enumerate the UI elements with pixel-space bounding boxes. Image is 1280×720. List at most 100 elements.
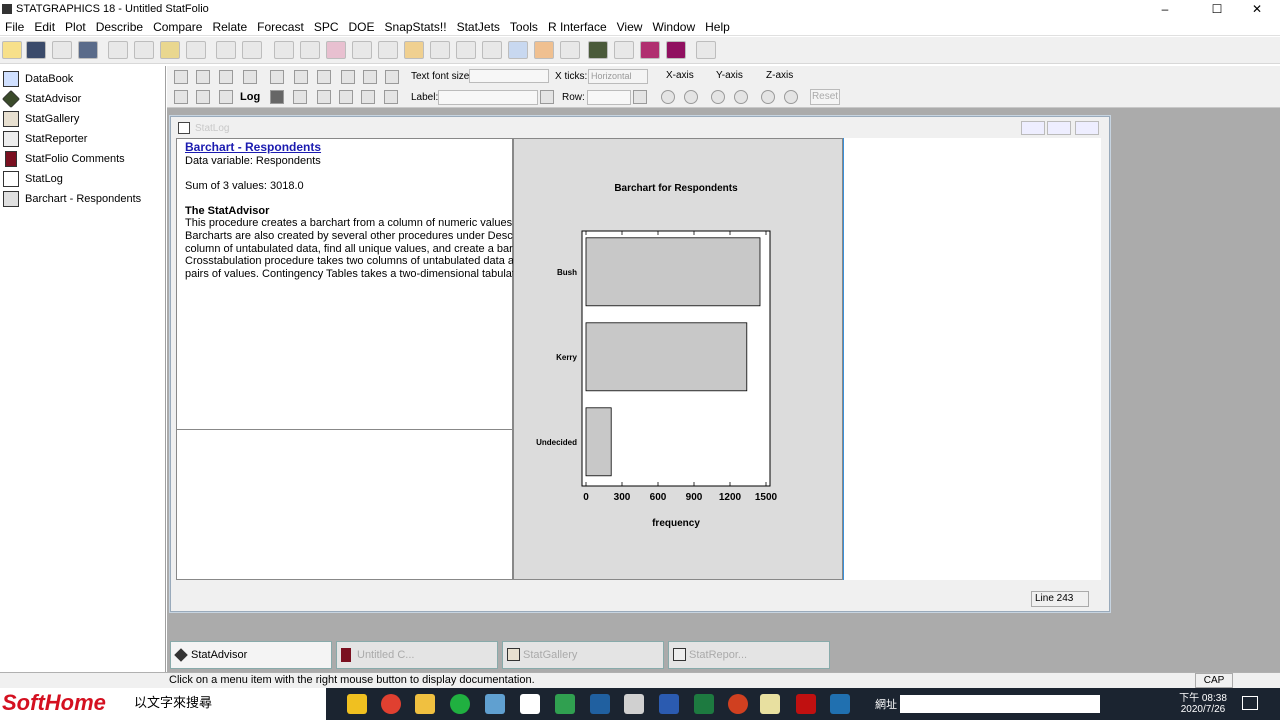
bar-chart-icon[interactable] (352, 41, 372, 59)
align-icon[interactable] (361, 90, 375, 104)
address-input[interactable] (900, 695, 1100, 713)
control-chart-icon[interactable] (534, 41, 554, 59)
notes-icon[interactable] (196, 90, 210, 104)
diamond-icon[interactable] (588, 41, 608, 59)
zoom-out-z-icon[interactable] (784, 90, 798, 104)
font-size-slider[interactable] (469, 69, 549, 83)
tab-untitled[interactable]: Untitled C... (336, 641, 498, 669)
menu-forecast[interactable]: Forecast (252, 19, 309, 36)
paste-icon[interactable] (160, 41, 180, 59)
undo-icon[interactable] (186, 41, 206, 59)
label-input[interactable] (438, 90, 538, 105)
child-close-button[interactable] (1075, 121, 1099, 135)
x-ticks-select[interactable]: Horizontal (588, 69, 648, 84)
row-input[interactable] (587, 90, 631, 105)
menu-edit[interactable]: Edit (29, 19, 60, 36)
open-folder-icon[interactable] (2, 41, 22, 59)
menu-compare[interactable]: Compare (148, 19, 207, 36)
menu-doe[interactable]: DOE (344, 19, 380, 36)
app-icon[interactable] (485, 694, 505, 714)
child-restore-button[interactable] (1047, 121, 1071, 135)
sidebar-item-databook[interactable]: DataBook (3, 70, 73, 88)
histogram-icon[interactable] (482, 41, 502, 59)
stat-wizard-icon[interactable] (640, 41, 660, 59)
chrome-icon[interactable] (381, 694, 401, 714)
menu-plot[interactable]: Plot (60, 19, 91, 36)
sidebar-item-statadvisor[interactable]: StatAdvisor (1, 90, 81, 109)
pointer-icon[interactable] (317, 70, 331, 84)
tab-statreporter[interactable]: StatRepor... (668, 641, 830, 669)
acrobat-icon[interactable] (796, 694, 816, 714)
camtasia-icon[interactable] (555, 694, 575, 714)
notification-icon[interactable] (1242, 696, 1258, 710)
z-axis-button[interactable]: Z-axis (766, 70, 793, 81)
pane-options-icon[interactable] (174, 70, 188, 84)
menu-r-interface[interactable]: R Interface (543, 19, 612, 36)
print-pane-icon[interactable] (174, 90, 188, 104)
text-box-icon[interactable] (270, 70, 284, 84)
fill-icon[interactable] (270, 90, 284, 104)
grid-pane-icon[interactable] (219, 90, 233, 104)
zoom-out-y-icon[interactable] (734, 90, 748, 104)
menu-file[interactable]: File (0, 19, 29, 36)
time-series-icon[interactable] (430, 41, 450, 59)
line-chart-icon[interactable] (378, 41, 398, 59)
graph-options-icon[interactable] (219, 70, 233, 84)
matrix-plot-icon[interactable] (326, 41, 346, 59)
statgraphics-icon[interactable] (590, 694, 610, 714)
sidebar-item-statlog[interactable]: StatLog (3, 170, 63, 188)
sidebar-item-barchart[interactable]: Barchart - Respondents (3, 190, 141, 208)
batman-app-icon[interactable] (347, 694, 367, 714)
symbol-icon[interactable] (339, 90, 353, 104)
c-app-icon[interactable] (520, 694, 540, 714)
regression-icon[interactable] (404, 41, 424, 59)
move-icon[interactable] (294, 70, 308, 84)
cut-icon[interactable] (108, 41, 128, 59)
log-icon[interactable]: Log (240, 91, 260, 103)
menu-snapstats[interactable]: SnapStats!! (380, 19, 452, 36)
menu-tools[interactable]: Tools (505, 19, 543, 36)
zoom-in-z-icon[interactable] (761, 90, 775, 104)
calculator-icon[interactable] (696, 41, 716, 59)
zoom-in-x-icon[interactable] (661, 90, 675, 104)
word-icon[interactable] (659, 694, 679, 714)
menu-relate[interactable]: Relate (207, 19, 252, 36)
sidebar-item-statgallery[interactable]: StatGallery (3, 110, 79, 128)
menu-describe[interactable]: Describe (91, 19, 148, 36)
rotate-icon[interactable] (293, 90, 307, 104)
grid-icon[interactable] (508, 41, 528, 59)
powerpoint-icon[interactable] (728, 694, 748, 714)
list-icon[interactable] (456, 41, 476, 59)
percent-icon[interactable] (317, 90, 331, 104)
statreporter-icon[interactable] (666, 41, 686, 59)
file-explorer-icon[interactable] (415, 694, 435, 714)
tab-statgallery[interactable]: StatGallery (502, 641, 664, 669)
table-icon[interactable] (300, 41, 320, 59)
zoom-icon[interactable] (363, 70, 377, 84)
close-button[interactable]: ✕ (1234, 0, 1280, 19)
active-app-icon[interactable] (760, 694, 780, 714)
line-app-icon[interactable] (450, 694, 470, 714)
menu-window[interactable]: Window (647, 19, 700, 36)
save-icon[interactable] (26, 41, 46, 59)
reset-button[interactable]: Reset (810, 89, 840, 105)
zoom-out-x-icon[interactable] (684, 90, 698, 104)
pareto-icon[interactable] (560, 41, 580, 59)
menu-spc[interactable]: SPC (309, 19, 344, 36)
taskbar-search[interactable]: 以文字來搜尋 (132, 688, 326, 720)
menu-view[interactable]: View (612, 19, 648, 36)
brush-icon[interactable] (341, 70, 355, 84)
statgraphics-s-icon[interactable] (830, 694, 850, 714)
zoom-in-y-icon[interactable] (711, 90, 725, 104)
menu-statjets[interactable]: StatJets (452, 19, 505, 36)
report-heading[interactable]: Barchart - Respondents (185, 140, 321, 154)
menu-help[interactable]: Help (700, 19, 735, 36)
calculator-icon[interactable] (624, 694, 644, 714)
triangle-icon[interactable] (614, 41, 634, 59)
sidebar-item-statfolio-comments[interactable]: StatFolio Comments (3, 150, 125, 168)
minimize-button[interactable]: – (1142, 0, 1188, 19)
bulb-icon[interactable] (384, 90, 398, 104)
child-minimize-button[interactable] (1021, 121, 1045, 135)
x-axis-button[interactable]: X-axis (666, 70, 694, 81)
scatterplot-icon[interactable] (274, 41, 294, 59)
